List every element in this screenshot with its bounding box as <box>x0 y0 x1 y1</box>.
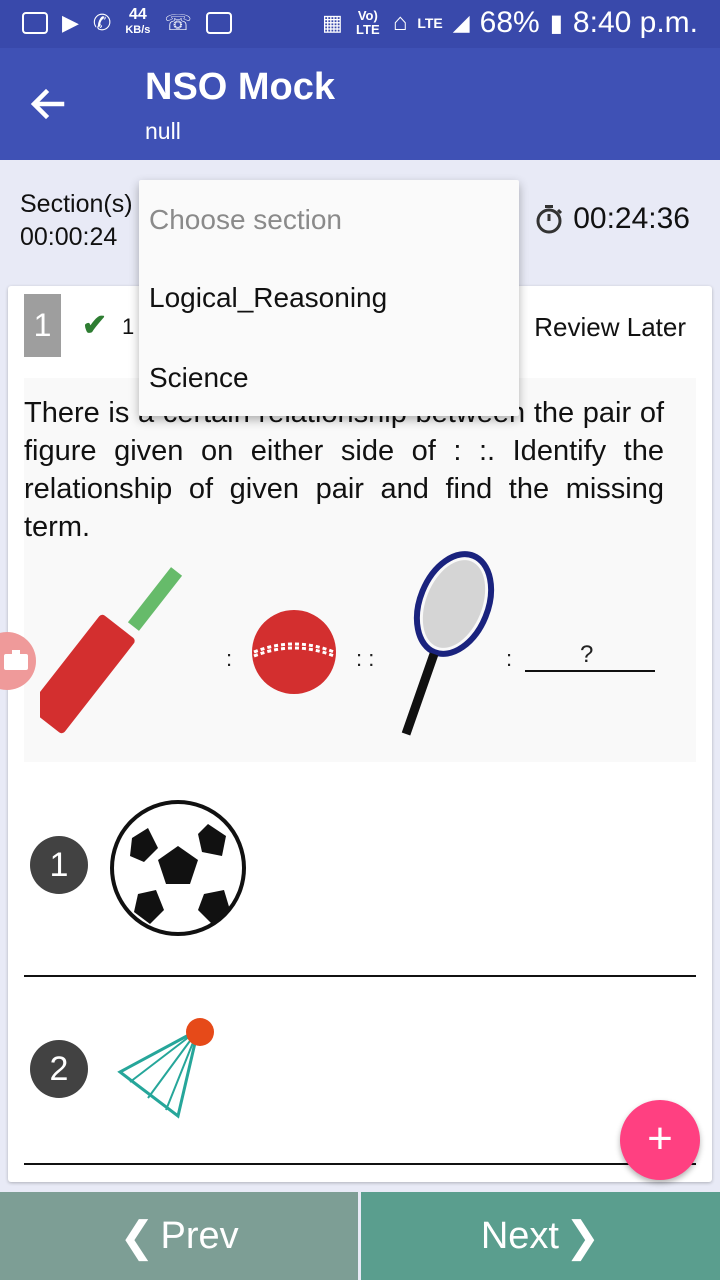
missing-term: ? <box>580 641 593 668</box>
clock: 8:40 p.m. <box>572 6 698 39</box>
cricket-ball-icon <box>252 610 336 694</box>
prev-button[interactable]: ❮ Prev <box>0 1192 358 1280</box>
tennis-racket-icon <box>401 551 495 736</box>
chevron-left-icon: ❮ <box>119 1212 155 1260</box>
check-icon: ✔ <box>82 309 108 342</box>
question-text: There is a certain relationship between … <box>24 397 664 543</box>
status-left-icons: ▶ ✆ 44 KB/s ☏ <box>22 6 232 37</box>
add-button[interactable]: + <box>620 1100 700 1180</box>
dropdown-placeholder: Choose section <box>149 204 343 235</box>
whatsapp-icon: ☏ <box>164 9 192 35</box>
svg-text:: :: : : <box>356 646 374 671</box>
question-number: 1 <box>24 294 61 357</box>
svg-text::: : <box>506 646 512 671</box>
section-dropdown: Choose section Logical_Reasoning Science <box>139 180 519 416</box>
question-title: 1 <box>122 314 135 339</box>
stopwatch-icon <box>536 205 563 234</box>
volte-label: Vo) LTE <box>356 8 380 37</box>
vibrate-icon: ▦ <box>322 10 343 35</box>
camera-float-button[interactable] <box>0 632 36 690</box>
battery-percent: 68% <box>479 6 540 39</box>
section-time: 00:00:24 <box>20 223 118 251</box>
prev-label: Prev <box>160 1214 239 1257</box>
cricket-bat-icon <box>40 567 183 734</box>
battery-icon: ▮ <box>549 9 563 37</box>
chevron-right-icon: ❯ <box>564 1212 601 1260</box>
video-icon: ▶ <box>62 9 79 35</box>
app-bar: NSO Mock null <box>0 48 720 160</box>
timer-value: 00:24:36 <box>573 202 690 235</box>
total-timer: 00:24:36 <box>535 202 690 236</box>
question-card: 1 ✔ 1 Review Later There is a certain re… <box>8 286 712 1182</box>
dropdown-item-logical-reasoning[interactable]: Logical_Reasoning <box>149 282 387 314</box>
camera-icon <box>4 650 28 670</box>
football-icon[interactable] <box>108 798 248 938</box>
next-button[interactable]: Next ❯ <box>361 1192 720 1280</box>
page-title: NSO Mock <box>145 66 336 108</box>
question-figure: : : : : ? <box>40 551 655 736</box>
net-speed: 44 KB/s <box>125 6 151 37</box>
option-number[interactable]: 2 <box>30 1040 88 1098</box>
option-number[interactable]: 1 <box>30 836 88 894</box>
back-arrow-icon[interactable] <box>28 84 68 124</box>
next-label: Next <box>480 1214 559 1257</box>
option-divider <box>24 975 696 977</box>
dropdown-item-science[interactable]: Science <box>149 362 249 394</box>
status-bar: ▶ ✆ 44 KB/s ☏ ▦ Vo) LTE ⌂ LTE ◢ 68% ▮ 8:4… <box>0 0 720 48</box>
svg-text::: : <box>226 646 232 671</box>
section-selector[interactable]: Section(s) 00:00:24 <box>20 188 133 254</box>
signal-icon: ◢ <box>452 10 470 35</box>
message-icon <box>22 11 48 34</box>
shuttlecock-icon[interactable] <box>108 1010 228 1130</box>
home-icon: ⌂ <box>392 9 408 36</box>
status-right-icons: ▦ Vo) LTE ⌂ LTE ◢ 68% ▮ 8:40 p.m. <box>322 6 698 40</box>
page-subtitle: null <box>145 118 181 144</box>
section-label: Section(s) <box>20 190 133 218</box>
lte-label: LTE <box>417 15 443 31</box>
phone-icon: ✆ <box>92 9 112 35</box>
option-divider <box>24 1163 696 1165</box>
review-later-button[interactable]: Review Later <box>534 312 686 343</box>
image-icon <box>205 11 232 34</box>
